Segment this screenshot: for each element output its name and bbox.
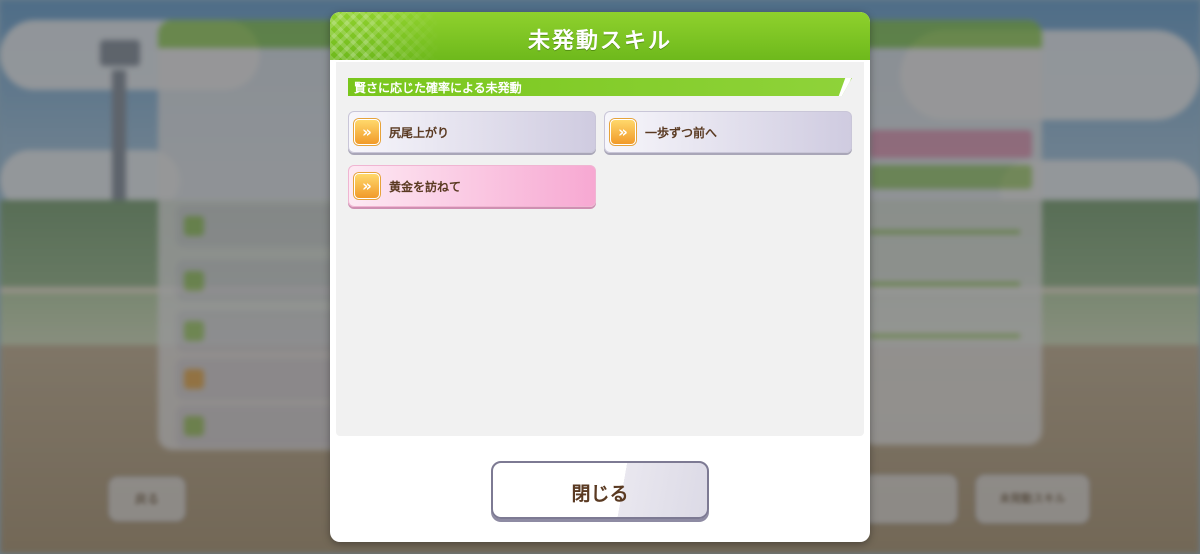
dialog-title: 未発動スキル xyxy=(527,29,672,54)
unactivated-skills-dialog: 未発動スキル 賢さに応じた確率による未発動 » 尻尾上がり » 一歩ずつ前へ »… xyxy=(330,12,870,542)
section-header: 賢さに応じた確率による未発動 xyxy=(348,78,852,96)
speed-skill-icon: » xyxy=(354,173,380,199)
speed-skill-icon: » xyxy=(354,119,380,145)
skill-name: 尻尾上がり xyxy=(389,126,450,140)
speed-skill-icon: » xyxy=(610,119,636,145)
dialog-body: 賢さに応じた確率による未発動 » 尻尾上がり » 一歩ずつ前へ » 黄金を訪ねて xyxy=(336,62,864,436)
skill-item[interactable]: » 黄金を訪ねて xyxy=(348,165,596,207)
skill-name: 一歩ずつ前へ xyxy=(645,126,718,140)
skill-item[interactable]: » 一歩ずつ前へ xyxy=(604,111,852,153)
close-button[interactable]: 閉じる xyxy=(491,461,709,519)
section-label: 賢さに応じた確率による未発動 xyxy=(354,81,522,95)
dialog-header: 未発動スキル xyxy=(330,12,870,60)
skill-item[interactable]: » 尻尾上がり xyxy=(348,111,596,153)
close-button-label: 閉じる xyxy=(571,483,629,505)
skill-name: 黄金を訪ねて xyxy=(389,180,462,194)
